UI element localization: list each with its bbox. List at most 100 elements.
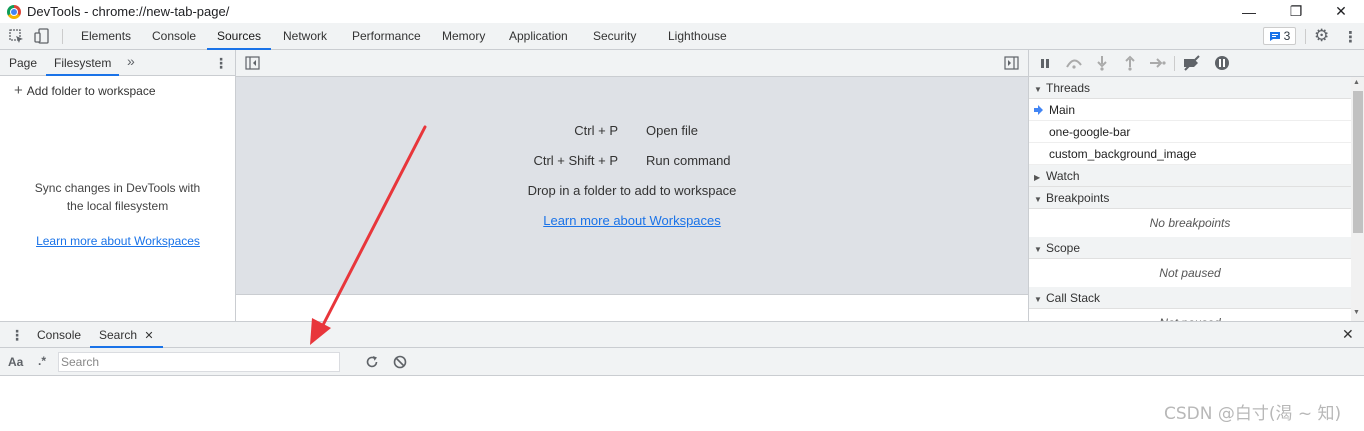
expanded-triangle-icon: ▼ [1034,195,1042,204]
scroll-down-icon[interactable]: ▼ [1353,309,1360,316]
plus-icon: + [14,82,23,99]
drawer-menu-icon[interactable]: ⋮ [10,327,24,344]
step-out-icon[interactable] [1124,55,1136,71]
thread-name: Main [1049,103,1076,117]
shortcut-label-run-command: Run command [646,153,731,168]
tab-lighthouse[interactable]: Lighthouse [668,23,727,49]
tab-network[interactable]: Network [283,23,327,49]
issues-count: 3 [1283,29,1291,43]
tab-sources[interactable]: Sources [207,23,272,50]
window-title-bar: DevTools - chrome://new-tab-page/ — ❐ ✕ [0,0,1364,23]
close-window-button[interactable]: ✕ [1318,0,1364,23]
threads-header[interactable]: ▼ Threads [1029,77,1351,99]
window-title: DevTools - chrome://new-tab-page/ [27,4,230,19]
regex-button[interactable]: .* [38,354,46,368]
message-icon [1269,31,1280,41]
close-drawer-icon[interactable]: ✕ [1342,326,1354,343]
call-stack-not-paused-message: Not paused [1029,309,1351,321]
shortcut-key-open-file: Ctrl + P [574,123,618,138]
scope-label: Scope [1046,241,1081,255]
pause-icon[interactable] [1040,58,1050,69]
more-options-icon[interactable]: ⋮ [1343,28,1358,46]
tab-performance[interactable]: Performance [352,23,421,49]
expanded-triangle-icon: ▼ [1034,295,1042,304]
thread-row-custom-background-image[interactable]: custom_background_image [1029,143,1351,165]
nav-tab-page[interactable]: Page [9,50,37,76]
drop-folder-hint: Drop in a folder to add to workspace [527,183,737,198]
shortcut-key-run-command: Ctrl + Shift + P [533,153,618,168]
search-results-panel [0,376,1364,431]
csdn-watermark: CSDN @白寸(渴 ~ 知) [1164,404,1342,424]
collapsed-triangle-icon: ▶ [1034,173,1041,182]
scroll-up-icon[interactable]: ▲ [1353,79,1360,86]
learn-more-workspaces-link[interactable]: Learn more about Workspaces [0,234,236,248]
editor-footer [236,294,1028,321]
issues-counter-button[interactable]: 3 [1263,27,1296,45]
shortcut-label-open-file: Open file [646,123,699,138]
watch-label: Watch [1046,169,1080,183]
drawer-tab-console[interactable]: Console [37,322,81,348]
more-tabs-chevron-icon[interactable]: » [127,53,135,69]
drawer-tab-search[interactable]: Search ✕ [90,322,163,348]
pause-on-exceptions-icon[interactable] [1214,55,1230,71]
debugger-toolbar [1029,50,1364,77]
settings-gear-icon[interactable]: ⚙ [1314,26,1329,46]
editor-toolbar [236,50,1028,77]
toggle-navigator-icon[interactable] [245,56,260,70]
sources-navigator: Page Filesystem » ⋮ + Add folder to work… [0,50,236,321]
tab-console[interactable]: Console [152,23,196,49]
search-toolbar: Aa .* [0,348,1364,376]
clear-icon[interactable] [393,355,407,369]
step-over-icon[interactable] [1065,57,1083,69]
current-thread-arrow-icon [1034,105,1043,115]
scope-not-paused-message: Not paused [1029,259,1351,288]
expanded-triangle-icon: ▼ [1034,85,1042,94]
breakpoints-label: Breakpoints [1046,191,1110,205]
step-into-icon[interactable] [1096,55,1108,71]
sync-text-line2: the local filesystem [66,199,169,213]
thread-name: one-google-bar [1049,125,1131,139]
navigator-menu-icon[interactable]: ⋮ [214,55,228,72]
thread-row-main[interactable]: Main [1029,99,1351,121]
minimize-button[interactable]: — [1226,0,1272,23]
nav-tab-filesystem[interactable]: Filesystem [46,50,120,76]
search-input[interactable] [58,352,340,372]
sync-description: Sync changes in DevTools with the local … [20,179,215,215]
match-case-button[interactable]: Aa [8,355,23,369]
no-breakpoints-message: No breakpoints [1029,209,1351,238]
tab-memory[interactable]: Memory [442,23,485,49]
source-editor-area: Ctrl + P Open file Ctrl + Shift + P Run … [236,50,1028,321]
debugger-sidebar: ▼ Threads Main one-google-bar custom_back… [1028,50,1364,321]
devtools-main-toolbar: Elements Console Sources Network Perform… [0,23,1364,50]
breakpoints-header[interactable]: ▼ Breakpoints [1029,187,1351,209]
watch-header[interactable]: ▶ Watch [1029,165,1351,187]
deactivate-breakpoints-icon[interactable] [1182,55,1202,71]
add-folder-label: Add folder to workspace [26,83,156,98]
tab-elements[interactable]: Elements [81,23,131,49]
restore-button[interactable]: ❐ [1273,0,1319,23]
tab-security[interactable]: Security [593,23,636,49]
navigator-tabbar: Page Filesystem » ⋮ [0,50,235,76]
threads-label: Threads [1046,81,1091,95]
toggle-debugger-icon[interactable] [1004,56,1019,70]
expanded-triangle-icon: ▼ [1034,245,1042,254]
debugger-scrollbar-thumb[interactable] [1353,91,1363,233]
step-icon[interactable] [1149,57,1167,69]
drawer-tab-search-label: Search [99,328,138,342]
tab-application[interactable]: Application [509,23,568,49]
close-tab-icon[interactable]: ✕ [144,330,153,342]
call-stack-label: Call Stack [1046,291,1101,305]
chrome-logo-icon [7,4,21,19]
thread-row-one-google-bar[interactable]: one-google-bar [1029,121,1351,143]
toolbar-separator [1174,56,1175,71]
editor-learn-more-link[interactable]: Learn more about Workspaces [236,213,1028,228]
scope-header[interactable]: ▼ Scope [1029,237,1351,259]
device-toolbar-icon[interactable] [34,28,50,45]
call-stack-header[interactable]: ▼ Call Stack [1029,287,1351,309]
add-folder-button[interactable]: + Add folder to workspace [14,82,156,99]
editor-placeholder: Ctrl + P Open file Ctrl + Shift + P Run … [236,77,1028,294]
toolbar-separator [62,29,63,44]
refresh-icon[interactable] [365,355,379,369]
inspect-element-icon[interactable] [9,29,25,45]
drawer-tabbar: ⋮ Console Search ✕ ✕ [0,321,1364,348]
